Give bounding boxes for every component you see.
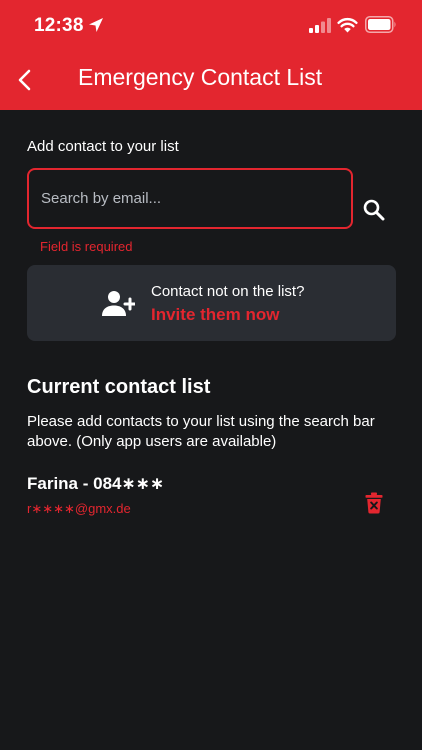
- current-list-heading: Current contact list: [27, 376, 211, 398]
- contact-list-item: Farina - 084∗∗∗ r∗∗∗∗@gmx.de: [0, 470, 422, 522]
- battery-icon: [365, 16, 396, 33]
- location-arrow-icon: [89, 18, 103, 32]
- signal-icon: [309, 18, 331, 33]
- trash-icon: [365, 492, 383, 514]
- back-button[interactable]: [8, 62, 42, 98]
- search-email-input[interactable]: [27, 168, 353, 229]
- invite-contact-card[interactable]: Contact not on the list? Invite them now: [27, 265, 396, 341]
- search-button[interactable]: [360, 196, 388, 224]
- add-contact-label: Add contact to your list: [27, 138, 179, 155]
- status-bar: 12:38: [0, 0, 422, 52]
- chevron-left-icon: [18, 69, 31, 91]
- field-required-error: Field is required: [40, 239, 133, 254]
- wifi-icon: [337, 17, 358, 33]
- app-header: 12:38 Emergency Contact List: [0, 0, 422, 110]
- contact-email: r∗∗∗∗@gmx.de: [27, 501, 131, 516]
- contact-name: Farina - 084∗∗∗: [27, 474, 165, 493]
- page-title: Emergency Contact List: [78, 64, 323, 90]
- delete-contact-button[interactable]: [363, 490, 385, 516]
- invite-prompt: Contact not on the list?: [151, 283, 305, 300]
- invite-now-link[interactable]: Invite them now: [151, 305, 279, 325]
- emergency-contact-screen: 12:38 Emergency Contact List Add contact…: [0, 0, 422, 750]
- status-time: 12:38: [34, 15, 84, 36]
- list-info-text: Please add contacts to your list using t…: [27, 413, 375, 450]
- person-add-icon: [102, 291, 135, 316]
- search-icon: [363, 199, 385, 221]
